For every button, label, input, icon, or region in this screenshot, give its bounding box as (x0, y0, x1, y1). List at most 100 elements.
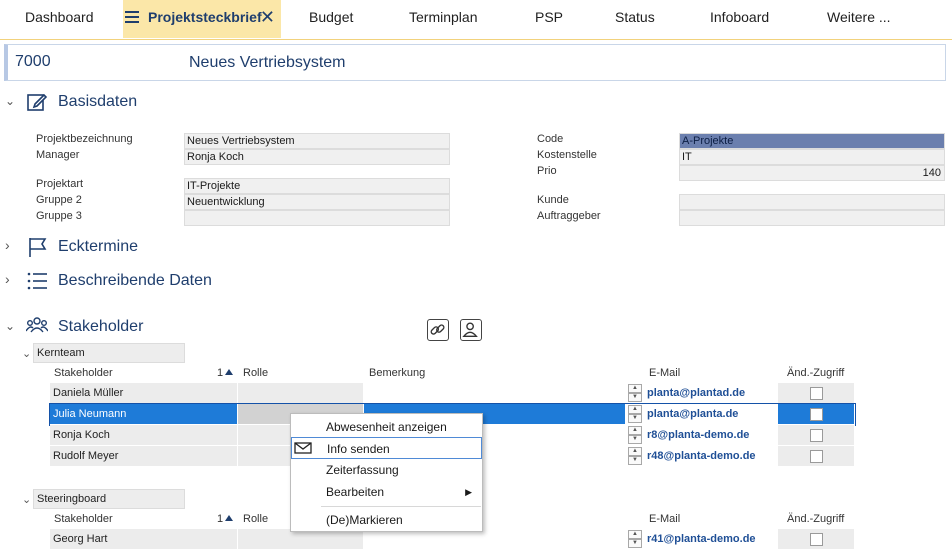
zugriff-checkbox[interactable] (810, 429, 823, 442)
tab-infoboard[interactable]: Infoboard (710, 0, 769, 38)
menu-item-label: Info senden (327, 442, 390, 456)
cell-stakeholder[interactable]: Julia Neumann (50, 404, 238, 425)
cell-rolle[interactable] (238, 383, 364, 404)
column-header-sort[interactable]: 1 (217, 367, 234, 379)
group-kernteam[interactable]: Kernteam (33, 343, 185, 363)
table-row[interactable]: Georg Hart ▲ ▼ r41@planta-demo.de (50, 529, 855, 550)
tab-budget[interactable]: Budget (309, 0, 353, 38)
email-spinner[interactable]: ▲ ▼ (626, 446, 644, 467)
section-title: Stakeholder (58, 318, 144, 335)
cell-zugriff[interactable] (778, 383, 855, 404)
cell-email[interactable]: planta@planta.de (644, 404, 778, 425)
spin-down-icon[interactable]: ▼ (628, 539, 642, 548)
zugriff-checkbox[interactable] (810, 533, 823, 546)
column-header-rolle[interactable]: Rolle (243, 513, 268, 525)
field-kunde[interactable] (679, 194, 945, 210)
column-header-email[interactable]: E-Mail (649, 513, 680, 525)
cell-stakeholder[interactable]: Ronja Koch (50, 425, 238, 446)
tab-dashboard[interactable]: Dashboard (25, 0, 94, 38)
zugriff-checkbox[interactable] (810, 387, 823, 400)
section-basisdaten[interactable]: ⌄ Basisdaten (0, 91, 300, 115)
spin-up-icon[interactable]: ▲ (628, 426, 642, 435)
column-header-zugriff[interactable]: Änd.-Zugriff (787, 513, 844, 525)
menu-icon[interactable] (125, 11, 139, 23)
cell-email[interactable]: planta@plantad.de (644, 383, 778, 404)
column-header-bemerkung[interactable]: Bemerkung (369, 367, 425, 379)
close-icon[interactable]: ✕ (260, 0, 275, 34)
tab-status[interactable]: Status (615, 0, 655, 38)
zugriff-checkbox[interactable] (810, 408, 823, 421)
field-auftraggeber[interactable] (679, 210, 945, 226)
list-icon (27, 272, 47, 290)
group-steeringboard[interactable]: Steeringboard (33, 489, 185, 509)
spin-up-icon[interactable]: ▲ (628, 405, 642, 414)
menu-item-bearbeiten[interactable]: Bearbeiten ▶ (291, 481, 482, 503)
field-manager[interactable]: Ronja Koch (184, 149, 450, 165)
chevron-right-icon[interactable]: › (5, 271, 10, 287)
field-gruppe3[interactable] (184, 210, 450, 226)
tab-terminplan[interactable]: Terminplan (409, 0, 477, 38)
sort-ascending-icon (225, 369, 234, 375)
menu-item-demarkieren[interactable]: (De)Markieren (291, 509, 482, 531)
spin-down-icon[interactable]: ▼ (628, 393, 642, 402)
sort-ascending-icon (225, 515, 234, 521)
field-code[interactable]: A-Projekte (679, 133, 945, 149)
field-projektbezeichnung[interactable]: Neues Vertriebsystem (184, 133, 450, 149)
menu-item-zeiterfassung[interactable]: Zeiterfassung (291, 459, 482, 481)
email-spinner[interactable]: ▲ ▼ (626, 404, 644, 425)
cell-email[interactable]: r41@planta-demo.de (644, 529, 778, 550)
chevron-down-icon[interactable]: ⌄ (22, 493, 31, 506)
section-stakeholder[interactable]: ⌄ Stakeholder (0, 316, 300, 340)
cell-stakeholder[interactable]: Rudolf Meyer (50, 446, 238, 467)
cell-zugriff[interactable] (778, 446, 855, 467)
table-row[interactable]: Daniela Müller ▲ ▼ planta@plantad.de (50, 383, 855, 404)
column-header-email[interactable]: E-Mail (649, 367, 680, 379)
chevron-down-icon[interactable]: ⌄ (5, 319, 15, 333)
email-spinner[interactable]: ▲ ▼ (626, 383, 644, 404)
label-code: Code (537, 133, 564, 145)
cell-zugriff[interactable] (778, 425, 855, 446)
cell-zugriff[interactable] (778, 529, 855, 550)
column-header-stakeholder[interactable]: Stakeholder (54, 367, 113, 379)
spin-up-icon[interactable]: ▲ (628, 530, 642, 539)
spin-up-icon[interactable]: ▲ (628, 384, 642, 393)
cell-email[interactable]: r8@planta-demo.de (644, 425, 778, 446)
cell-stakeholder[interactable]: Georg Hart (50, 529, 238, 550)
email-spinner[interactable]: ▲ ▼ (626, 529, 644, 550)
person-icon (462, 322, 478, 338)
cell-zugriff[interactable] (778, 404, 855, 425)
link-icon (430, 324, 445, 335)
column-header-stakeholder[interactable]: Stakeholder (54, 513, 113, 525)
person-button[interactable] (460, 319, 482, 341)
field-gruppe2[interactable]: Neuentwicklung (184, 194, 450, 210)
column-header-zugriff[interactable]: Änd.-Zugriff (787, 367, 844, 379)
cell-rolle[interactable] (238, 529, 364, 550)
chevron-right-icon[interactable]: › (5, 237, 10, 253)
menu-item-info-senden[interactable]: Info senden (291, 437, 482, 459)
cell-bemerkung[interactable] (364, 529, 626, 550)
column-header-rolle[interactable]: Rolle (243, 367, 268, 379)
chevron-down-icon[interactable]: ⌄ (5, 94, 15, 108)
email-spinner[interactable]: ▲ ▼ (626, 425, 644, 446)
menu-item-abwesenheit[interactable]: Abwesenheit anzeigen (291, 416, 482, 438)
spin-down-icon[interactable]: ▼ (628, 435, 642, 444)
field-kostenstelle[interactable]: IT (679, 149, 945, 165)
edit-icon (27, 93, 48, 111)
spin-down-icon[interactable]: ▼ (628, 456, 642, 465)
tab-psp[interactable]: PSP (535, 0, 563, 38)
cell-email[interactable]: r48@planta-demo.de (644, 446, 778, 467)
cell-stakeholder[interactable]: Daniela Müller (50, 383, 238, 404)
tab-projektsteckbrief[interactable]: Projektsteckbrief ✕ (123, 0, 281, 38)
chevron-down-icon[interactable]: ⌄ (22, 347, 31, 360)
spin-down-icon[interactable]: ▼ (628, 414, 642, 423)
spin-up-icon[interactable]: ▲ (628, 447, 642, 456)
section-beschreibende-daten[interactable]: › Beschreibende Daten (0, 270, 300, 294)
section-ecktermine[interactable]: › Ecktermine (0, 236, 300, 260)
cell-bemerkung[interactable] (364, 383, 626, 404)
tab-weitere[interactable]: Weitere ... (827, 0, 891, 38)
field-projektart[interactable]: IT-Projekte (184, 178, 450, 194)
zugriff-checkbox[interactable] (810, 450, 823, 463)
column-header-sort[interactable]: 1 (217, 513, 234, 525)
field-prio[interactable]: 140 (679, 165, 945, 181)
link-button[interactable] (427, 319, 449, 341)
